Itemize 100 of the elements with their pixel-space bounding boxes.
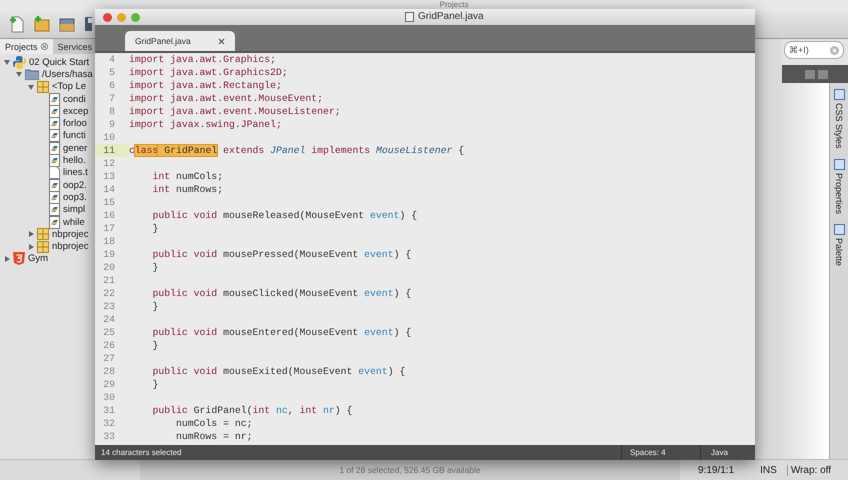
line-number: 18 [102, 235, 116, 248]
code-line: import java.awt.Graphics2D; [129, 66, 288, 79]
line-number: 22 [102, 287, 116, 300]
code-line: public void mouseExited(MouseEvent event) { [152, 365, 406, 378]
tree-item-label[interactable]: condi [63, 94, 86, 105]
code-line: public void mousePressed(MouseEvent event) { [152, 248, 412, 261]
tree-item-label[interactable]: gener [63, 142, 88, 154]
expanded-triangle-icon[interactable] [4, 59, 10, 66]
side-tab[interactable]: Palette [834, 224, 844, 266]
close-icon[interactable] [40, 43, 48, 50]
panel-icon [834, 158, 844, 170]
file-icon [49, 166, 60, 180]
line-number: 13 [102, 170, 116, 183]
line-number: 29 [102, 378, 116, 391]
new-folder-icon[interactable] [33, 15, 51, 33]
folder-icon [25, 68, 39, 80]
syntax-setting[interactable]: Java [700, 445, 755, 460]
selection-status: 14 characters selected [101, 448, 182, 457]
line-number: 25 [102, 326, 116, 339]
python-file-icon [49, 154, 60, 168]
line-number: 19 [102, 248, 116, 261]
new-file-icon[interactable] [8, 15, 26, 33]
save-icon[interactable] [83, 15, 92, 33]
python-file-icon [49, 203, 60, 216]
tree-item-label[interactable]: Gym [28, 253, 48, 264]
code-line: } [152, 261, 158, 274]
tree-item-label[interactable]: nbprojec [52, 241, 88, 252]
tree-item-label[interactable]: lines.t [63, 167, 88, 178]
document-icon [405, 12, 414, 22]
panel-icon [834, 224, 844, 235]
close-button[interactable] [103, 12, 112, 22]
python-file-icon [49, 142, 60, 155]
tree-item-label[interactable]: excep [63, 106, 88, 117]
code-line: } [152, 378, 158, 391]
tree-item-label[interactable]: 02 Quick Start [29, 56, 90, 68]
side-tab[interactable]: CSS Styles [834, 89, 844, 149]
line-number: 24 [102, 313, 116, 326]
line-number: 12 [102, 157, 116, 170]
python-file-icon [49, 104, 60, 118]
search-field[interactable]: ⌘+I) [784, 41, 844, 59]
line-number: 8 [108, 105, 116, 118]
code-line: import java.awt.event.MouseEvent; [129, 92, 324, 105]
tree-item-label[interactable]: while [63, 216, 85, 228]
indent-setting[interactable]: Spaces: 4 [621, 445, 700, 460]
panel-tab[interactable]: Services [52, 39, 98, 54]
line-number: 27 [102, 352, 116, 365]
tree-item-label[interactable]: hello. [63, 155, 86, 166]
expanded-triangle-icon[interactable] [28, 84, 34, 90]
code-line: public void mouseClicked(MouseEvent event) { [152, 287, 412, 300]
code-line: public GridPanel(int nc, int nr) { [152, 404, 352, 417]
code-line: import javax.swing.JPanel; [129, 118, 282, 131]
line-number: 30 [102, 391, 116, 404]
line-number: 7 [108, 92, 116, 105]
panel-icon [834, 89, 844, 100]
tree-item-label[interactable]: simpl [63, 204, 86, 216]
code-line: import java.awt.Graphics; [129, 53, 276, 66]
line-number: 6 [108, 79, 116, 92]
tree-item-label[interactable]: <Top Le [52, 81, 86, 92]
finder-status-text: 1 of 28 selected, 526.45 GB available [140, 460, 680, 480]
package-icon [37, 240, 49, 253]
code-line: public void mouseEntered(MouseEvent event) { [152, 326, 412, 339]
tree-item-label[interactable]: nbprojec [52, 228, 88, 240]
code-line: numRows = nr; [175, 430, 252, 443]
python-file-icon [49, 178, 60, 192]
line-number: 26 [102, 339, 116, 352]
html5-icon [13, 252, 25, 266]
line-number: 31 [102, 404, 116, 417]
code-line: } [152, 300, 158, 313]
line-number: 16 [102, 209, 116, 222]
line-number: 9 [108, 118, 116, 131]
python-file-icon [49, 129, 60, 142]
line-number: 23 [102, 300, 116, 313]
code-line: import java.awt.Rectangle; [129, 79, 282, 92]
tree-item-label[interactable]: /Users/hasa [42, 68, 93, 80]
code-line: } [152, 222, 158, 235]
collapsed-triangle-icon[interactable] [28, 231, 34, 238]
line-number: 28 [102, 365, 116, 378]
tree-item-label[interactable]: forloo [63, 118, 87, 130]
expanded-triangle-icon[interactable] [16, 71, 22, 78]
code-line: numCols = nc; [175, 417, 252, 430]
line-number: 4 [108, 53, 116, 66]
collapsed-triangle-icon[interactable] [4, 256, 10, 262]
window-title: GridPanel.java [418, 11, 484, 22]
code-line: int numRows; [152, 183, 224, 196]
insert-mode: INS [760, 464, 777, 476]
close-icon[interactable] [218, 38, 225, 44]
file-tab[interactable]: GridPanel.java [125, 31, 235, 51]
python-logo-icon [13, 56, 26, 69]
panel-tab[interactable]: Projects [0, 39, 53, 54]
line-number: 14 [102, 183, 116, 196]
code-line: int numCols; [152, 170, 224, 183]
tree-item-label[interactable]: oop2. [63, 180, 87, 191]
line-number: 32 [102, 417, 116, 430]
tree-item-label[interactable]: oop3. [63, 192, 87, 203]
tree-item-label[interactable]: functi [63, 130, 86, 142]
line-number: 20 [102, 261, 116, 274]
line-number: 17 [102, 222, 116, 235]
side-tab[interactable]: Properties [834, 158, 844, 214]
line-number: 5 [108, 66, 116, 79]
collapsed-triangle-icon[interactable] [28, 244, 34, 250]
